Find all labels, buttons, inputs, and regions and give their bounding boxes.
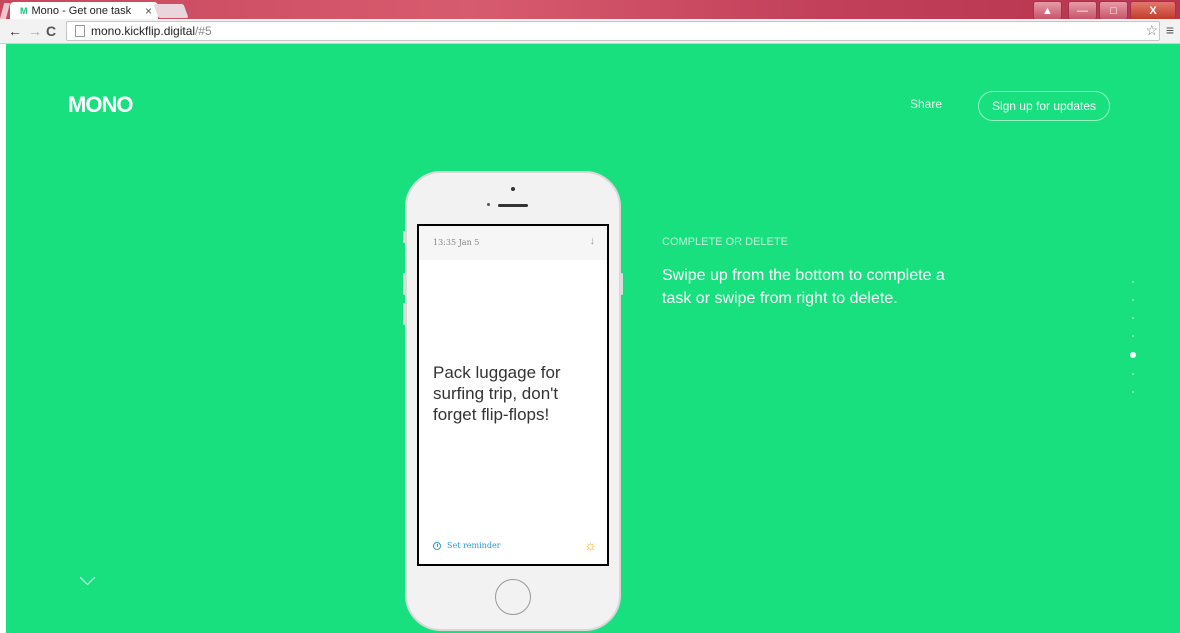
phone-volume-up [403, 273, 406, 295]
pager-dot[interactable] [1132, 281, 1134, 283]
section-label: COMPLETE OR DELETE [662, 236, 788, 248]
phone-mute-switch [403, 231, 406, 243]
section-description: Swipe up from the bottom to complete a t… [662, 267, 945, 307]
task-timestamp: 13:35 Jan 5 [433, 238, 480, 247]
user-profile-icon[interactable]: ▲ [1033, 1, 1062, 20]
new-tab-button[interactable] [153, 4, 189, 18]
url-host: mono.kickflip.digital [91, 24, 196, 38]
page-icon [75, 25, 85, 37]
phone-camera [511, 187, 515, 191]
phone-screen: 13:35 Jan 5 ↓ Pack luggage for surfing t… [417, 224, 609, 566]
pager-dot[interactable] [1132, 317, 1134, 319]
app-header: 13:35 Jan 5 ↓ [419, 226, 607, 260]
tab-strip-edge [0, 3, 11, 19]
browser-tab[interactable]: M Mono - Get one task × [10, 2, 158, 19]
menu-icon[interactable]: ≡ [1166, 22, 1174, 38]
task-text: Pack luggage for surfing trip, don't for… [433, 363, 561, 424]
clock-icon [433, 541, 441, 550]
down-arrow-icon[interactable]: ↓ [590, 235, 596, 247]
set-reminder-button[interactable]: Set reminder [433, 541, 501, 550]
section-pager [1130, 273, 1136, 401]
mono-favicon-icon: M [20, 5, 28, 16]
phone-home-button [495, 579, 531, 615]
pager-dot[interactable] [1132, 373, 1134, 375]
chevron-down-icon[interactable] [79, 569, 96, 586]
maximize-button[interactable]: □ [1099, 1, 1128, 20]
pager-dot[interactable] [1132, 335, 1134, 337]
reload-icon[interactable]: C [46, 22, 56, 40]
bookmark-star-icon[interactable]: ☆ [1145, 22, 1158, 39]
phone-mockup: 13:35 Jan 5 ↓ Pack luggage for surfing t… [403, 171, 623, 631]
back-arrow-icon[interactable]: ← [8, 22, 22, 40]
pager-dot-active[interactable] [1130, 352, 1136, 358]
forward-arrow-icon[interactable]: → [28, 22, 42, 40]
page-content: MONO Share Sign up for updates 13:35 Jan… [6, 44, 1180, 633]
sun-icon[interactable]: ☼ [584, 537, 597, 553]
mono-logo[interactable]: MONO [68, 92, 133, 118]
address-bar[interactable]: mono.kickflip.digital/#5 [66, 21, 1160, 41]
pager-dot[interactable] [1132, 391, 1134, 393]
minimize-button[interactable]: — [1068, 1, 1097, 20]
signup-button[interactable]: Sign up for updates [978, 91, 1110, 121]
browser-titlebar: M Mono - Get one task × ▲ — □ X [0, 0, 1180, 20]
share-link[interactable]: Share [910, 97, 942, 111]
browser-toolbar: ← → C mono.kickflip.digital/#5 ☆ ≡ [0, 19, 1180, 44]
phone-volume-down [403, 303, 406, 325]
phone-sensor [487, 203, 490, 206]
phone-speaker [498, 204, 528, 207]
tab-title: Mono - Get one task [31, 4, 132, 17]
window-controls: ▲ — □ X [1033, 1, 1176, 20]
pager-dot[interactable] [1132, 299, 1134, 301]
phone-power-button [620, 273, 623, 295]
close-window-button[interactable]: X [1130, 1, 1176, 20]
set-reminder-label: Set reminder [447, 541, 501, 550]
tab-close-icon[interactable]: × [145, 4, 152, 18]
url-path: /#5 [195, 24, 212, 38]
